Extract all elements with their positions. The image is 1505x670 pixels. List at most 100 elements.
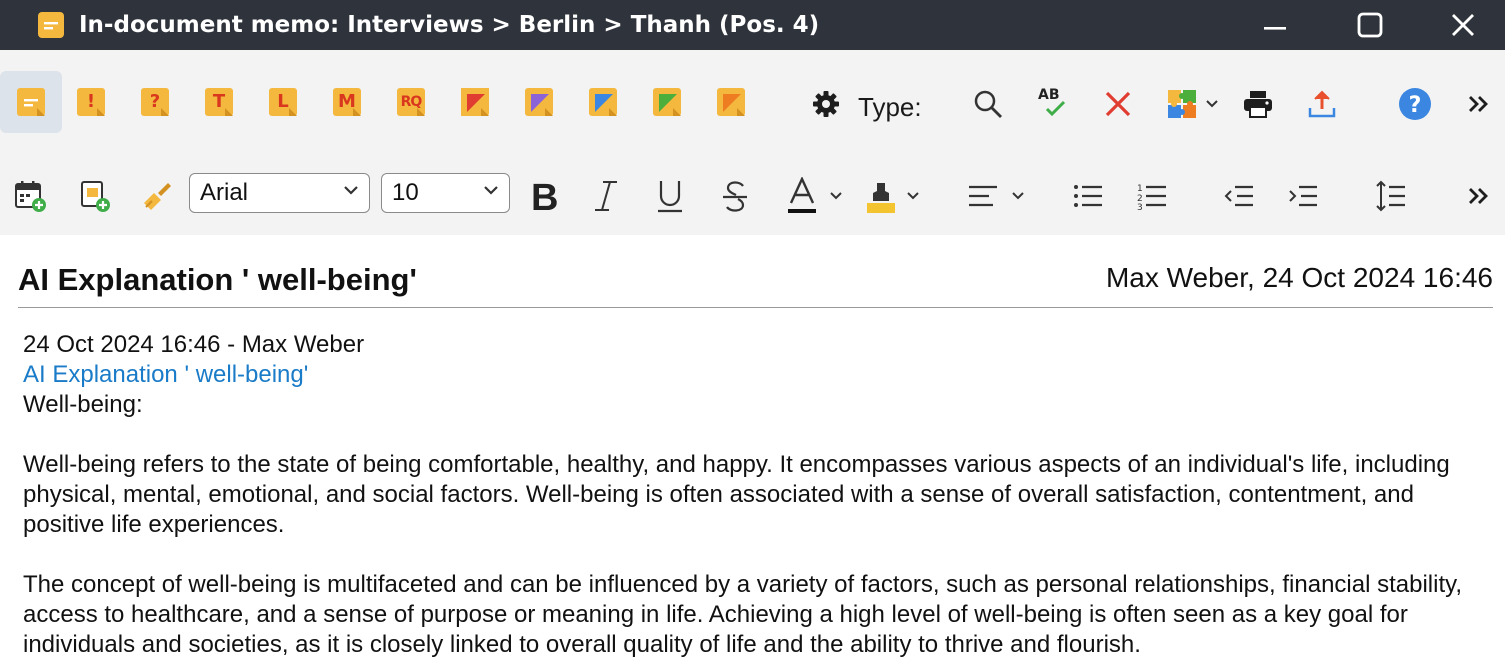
insert-date-button[interactable] [10,176,50,216]
memo-literature-icon: L [269,88,297,116]
close-button[interactable] [1433,0,1493,50]
align-button[interactable] [965,176,1001,216]
memo-type-question-button[interactable]: ? [124,71,186,133]
format-painter-button[interactable] [137,176,177,216]
delete-memo-button[interactable] [1098,84,1138,124]
indent-icon [1289,185,1317,207]
toolbar-overflow-button[interactable] [1460,86,1496,122]
memo-type-toolbar: ! ? T L M RQ Type: AB ? [0,50,1505,156]
memo-important-icon: ! [77,88,105,116]
maximize-button[interactable] [1340,0,1400,50]
italic-icon [595,181,617,211]
memo-type-red-button[interactable] [444,71,506,133]
paintbrush-icon [144,183,171,210]
memo-type-settings-button[interactable] [808,86,844,122]
font-color-dropdown[interactable] [826,186,846,206]
memo-type-blue-button[interactable] [572,71,634,133]
memo-paragraph: The concept of well-being is multifacete… [23,571,1463,658]
export-button[interactable] [1302,84,1342,124]
memo-orange-corner-icon [717,88,745,116]
memo-type-research-question-button[interactable]: RQ [380,71,442,133]
align-dropdown[interactable] [1008,186,1028,206]
memo-type-orange-button[interactable] [700,71,762,133]
bullet-list-button[interactable] [1068,176,1108,216]
strikethrough-button[interactable] [715,174,755,218]
underline-icon [658,181,682,213]
format-toolbar: Arial 10 B 1 2 3 [0,156,1505,235]
memo-explanation-link[interactable]: AI Explanation ' well-being' [23,360,1493,390]
memo-type-green-button[interactable] [636,71,698,133]
puzzle-icon [1168,90,1196,118]
help-button[interactable]: ? [1395,84,1435,124]
memo-type-literature-button[interactable]: L [252,71,314,133]
close-icon [1452,14,1474,36]
highlight-dropdown[interactable] [903,186,923,206]
memo-type-theory-button[interactable]: T [188,71,250,133]
memo-type-method-button[interactable]: M [316,71,378,133]
chevron-down-icon [1012,192,1024,200]
memo-standard-icon [17,88,45,116]
document-add-icon [81,181,110,212]
minimize-icon [1264,27,1286,30]
numbered-list-icon: 1 2 3 [1137,184,1166,211]
memo-purple-corner-icon [525,88,553,116]
memo-theory-icon: T [205,88,233,116]
memo-type-standard-button[interactable] [0,71,62,133]
decrease-indent-button[interactable] [1219,176,1259,216]
format-toolbar-overflow-button[interactable] [1460,178,1496,214]
align-left-icon [969,185,997,207]
memo-author-date: Max Weber, 24 Oct 2024 16:46 [1105,262,1493,293]
search-icon [974,90,1002,118]
memo-type-important-button[interactable]: ! [60,71,122,133]
line-spacing-button[interactable] [1371,176,1411,216]
minimize-button[interactable] [1245,0,1305,50]
font-color-icon [788,177,816,213]
memo-type-purple-button[interactable] [508,71,570,133]
svg-text:1: 1 [1137,184,1143,194]
memo-header: AI Explanation ' well-being' Max Weber, … [18,262,1493,308]
memo-editor[interactable]: 24 Oct 2024 16:46 - Max Weber AI Explana… [23,330,1493,660]
maximize-icon [1357,12,1383,38]
font-color-button[interactable] [782,174,822,218]
memo-method-icon: M [333,88,361,116]
memo-title[interactable]: AI Explanation ' well-being' [18,262,417,298]
export-upload-icon [1308,90,1336,118]
svg-text:AB: AB [1038,87,1060,103]
memo-question-icon: ? [141,88,169,116]
memo-red-corner-icon [461,88,489,116]
link-code-dropdown[interactable] [1202,94,1222,114]
memo-app-icon [37,11,65,39]
insert-memo-link-button[interactable] [74,176,114,216]
chevron-down-icon [344,186,358,195]
underline-button[interactable] [650,174,690,218]
memo-heading-line: Well-being: [23,391,143,418]
chevron-down-icon [1206,100,1218,108]
svg-text:?: ? [1409,93,1422,118]
chevron-down-icon [830,192,842,200]
svg-text:3: 3 [1137,203,1143,211]
numbered-list-button[interactable]: 1 2 3 [1132,176,1172,216]
double-chevron-right-icon [1469,96,1488,112]
strikethrough-icon [723,181,747,212]
font-size-value: 10 [392,179,419,206]
svg-text:B: B [531,178,557,214]
search-button[interactable] [968,84,1008,124]
memo-type-label: Type: [858,92,922,122]
font-size-select[interactable]: 10 [381,173,510,213]
memo-date-author-line: 24 Oct 2024 16:46 - Max Weber [23,331,365,358]
increase-indent-button[interactable] [1283,176,1323,216]
print-button[interactable] [1238,84,1278,124]
memo-paragraph: Well-being refers to the state of being … [23,451,1450,538]
gear-icon [813,91,839,117]
delete-x-icon [1105,91,1131,117]
bullet-list-icon [1074,185,1102,207]
memo-green-corner-icon [653,88,681,116]
link-code-button[interactable] [1162,84,1202,124]
memo-research-question-icon: RQ [397,88,425,116]
spellcheck-button[interactable]: AB [1032,82,1072,122]
font-family-select[interactable]: Arial [189,173,370,213]
highlighter-icon [867,183,895,213]
bold-button[interactable]: B [522,174,562,218]
italic-button[interactable] [586,174,626,218]
highlight-button[interactable] [861,174,901,218]
